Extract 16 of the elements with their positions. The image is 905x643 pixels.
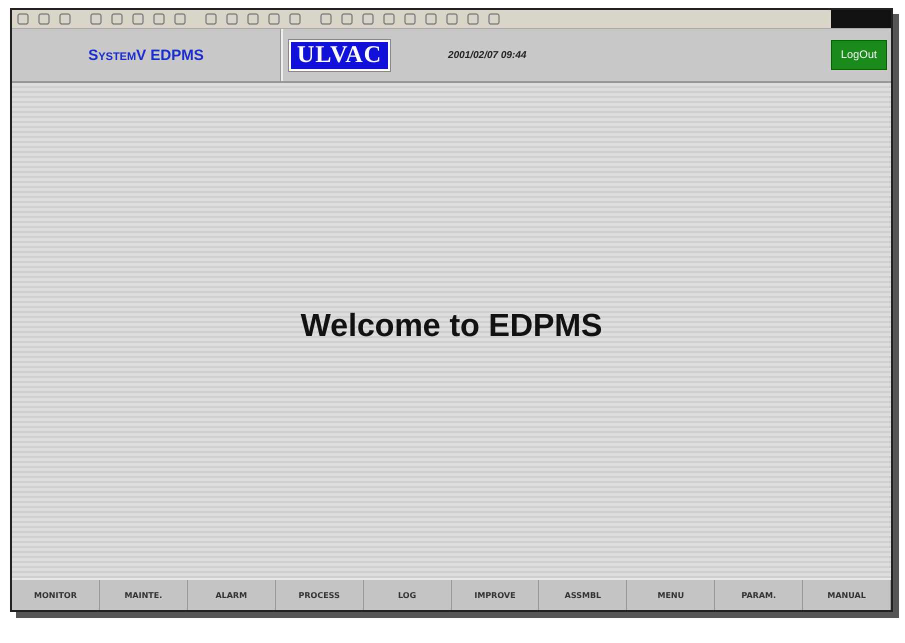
date-time: 2001/02/07 09:44 [448, 50, 528, 60]
nav-tab[interactable]: MONITOR [12, 580, 100, 610]
app-title: SystemV EDPMS [87, 46, 205, 64]
nav-tab[interactable]: MANUAL [803, 580, 892, 610]
logo: ULVAC [289, 40, 390, 70]
nav-tab[interactable]: PROCESS [276, 580, 364, 610]
nav-tab[interactable]: ASSMBL [539, 580, 628, 610]
logout-button[interactable]: LogOut [830, 40, 887, 70]
nav-tab[interactable]: LOG [364, 580, 452, 610]
nav-tab[interactable]: MENU [627, 580, 716, 610]
nav-tab[interactable]: IMPROVE [452, 580, 540, 610]
nav-tab[interactable]: ALARM [188, 580, 276, 610]
window-controls[interactable] [831, 10, 891, 28]
welcome-text: Welcome to EDPMS [300, 307, 602, 344]
nav-tab[interactable]: MAINTE. [100, 580, 188, 610]
nav-tab[interactable]: PARAM. [715, 580, 804, 610]
